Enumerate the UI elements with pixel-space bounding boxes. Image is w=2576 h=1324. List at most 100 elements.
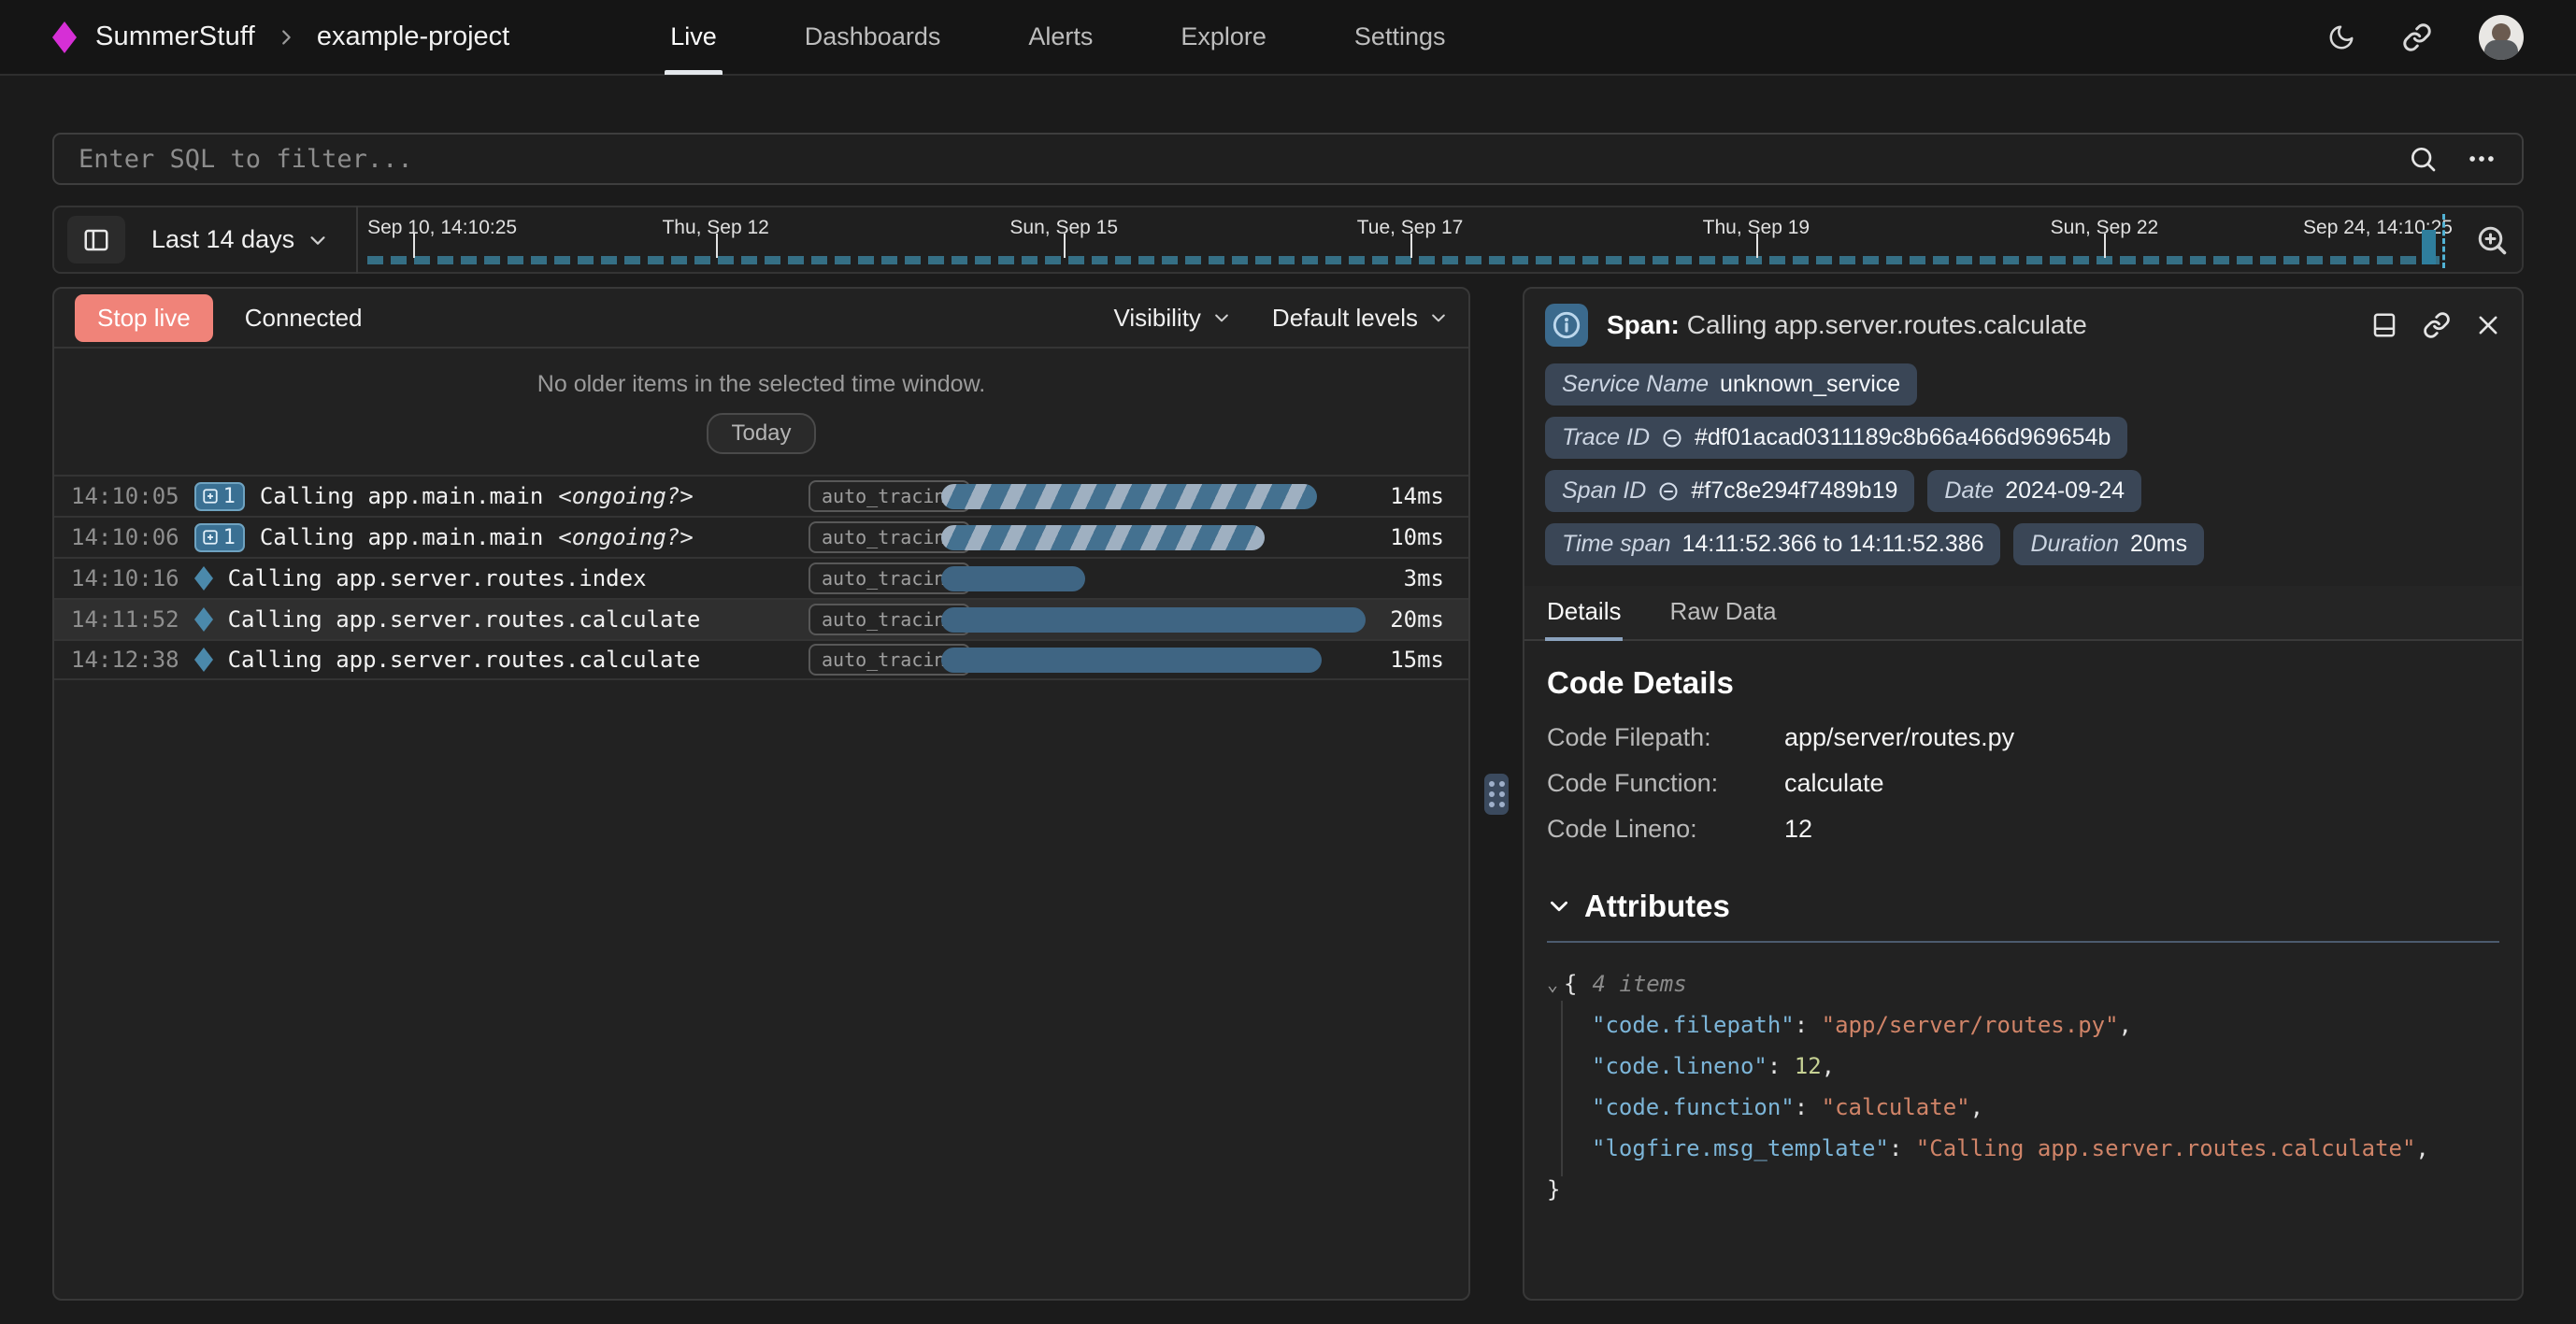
kv-value: app/server/routes.py — [1784, 723, 2499, 752]
top-bar: SummerStuff example-project Live Dashboa… — [0, 0, 2576, 76]
sql-filter-bar — [52, 133, 2524, 185]
timeline-tick — [716, 234, 718, 258]
kv-label: Code Filepath: — [1547, 723, 1784, 752]
info-badge — [1545, 304, 1588, 347]
link-icon — [1661, 427, 1683, 449]
json-key: "code.filepath" — [1592, 1012, 1795, 1038]
json-value: 12 — [1795, 1053, 1822, 1079]
span-title: Span:Calling app.server.routes.calculate — [1607, 310, 2087, 340]
panel-left-icon — [82, 226, 110, 254]
span-row[interactable]: 14:10:06 1 Calling app.main.main <ongoin… — [54, 516, 1468, 557]
row-timestamp: 14:11:52 — [71, 606, 179, 633]
span-rows: 14:10:05 1 Calling app.main.main <ongoin… — [54, 475, 1468, 1299]
duration-bar — [941, 566, 1085, 591]
badge-value: unknown_service — [1720, 371, 1900, 398]
project-name[interactable]: example-project — [317, 21, 509, 52]
span-badges: Service Name unknown_service Trace ID #d… — [1524, 354, 2522, 577]
attributes-section-toggle[interactable]: Attributes — [1547, 889, 2499, 924]
json-open-brace: { — [1564, 963, 1577, 1004]
attributes-json-viewer: ⌄ { 4 items "code.filepath": "app/server… — [1547, 963, 2499, 1210]
code-details-list: Code Filepath: app/server/routes.py Code… — [1547, 723, 2499, 844]
json-close-brace: } — [1547, 1169, 2499, 1210]
row-duration: 14ms — [1379, 483, 1468, 509]
kv-value: 12 — [1784, 815, 2499, 844]
org-name[interactable]: SummerStuff — [95, 21, 255, 52]
badge-span-id[interactable]: Span ID #f7c8e294f7489b19 — [1545, 470, 1914, 512]
timeline-cursor — [2442, 214, 2445, 268]
live-panel-header: Stop live Connected Visibility Default l… — [54, 289, 1468, 349]
chevron-right-icon — [276, 27, 296, 48]
span-diamond-icon — [194, 607, 213, 632]
tab-details[interactable]: Details — [1545, 586, 1623, 639]
default-levels-label: Default levels — [1272, 304, 1418, 333]
json-key: "code.lineno" — [1592, 1053, 1767, 1079]
timeline-bar: Last 14 days Sep 10, 14:10:25 Thu, Sep 1… — [52, 206, 2524, 274]
span-row[interactable]: 14:10:16 Calling app.server.routes.index… — [54, 557, 1468, 598]
badge-date: Date 2024-09-24 — [1927, 470, 2141, 512]
timeline-tick — [1410, 234, 1412, 258]
badge-value: #f7c8e294f7489b19 — [1691, 477, 1897, 505]
timeline-track[interactable]: Sep 10, 14:10:25 Thu, Sep 12 Sun, Sep 15… — [367, 206, 2453, 274]
json-entry: "code.function": "calculate", — [1547, 1087, 2499, 1128]
row-timestamp: 14:12:38 — [71, 647, 179, 673]
dark-mode-toggle[interactable] — [2327, 23, 2355, 51]
tab-alerts[interactable]: Alerts — [1028, 0, 1093, 75]
sidebar-toggle-button[interactable] — [67, 216, 125, 263]
duration-bar-area — [941, 518, 1379, 557]
row-message: Calling app.main.main — [260, 483, 543, 509]
logo-diamond-icon[interactable] — [52, 21, 77, 53]
moon-icon — [2327, 23, 2355, 51]
badge-value: 14:11:52.366 to 14:11:52.386 — [1682, 531, 1984, 558]
duration-bar — [941, 484, 1317, 509]
timeline-zoom-button[interactable] — [2475, 223, 2509, 257]
tab-settings[interactable]: Settings — [1354, 0, 1446, 75]
sql-filter-input[interactable] — [79, 145, 2408, 174]
user-avatar[interactable] — [2479, 15, 2524, 60]
badge-value: 2024-09-24 — [2005, 477, 2125, 505]
visibility-dropdown[interactable]: Visibility — [1113, 304, 1230, 333]
duration-bar-area — [941, 559, 1379, 598]
tab-live[interactable]: Live — [670, 0, 717, 75]
timeline-tick-label: Sep 10, 14:10:25 — [367, 217, 517, 239]
json-collapse-toggle[interactable]: ⌄ — [1547, 963, 1558, 1004]
dock-panel-icon[interactable] — [2370, 311, 2398, 339]
time-range-dropdown[interactable]: Last 14 days — [151, 225, 328, 254]
plus-square-icon — [202, 529, 219, 546]
link-icon[interactable] — [2423, 311, 2451, 339]
span-row[interactable]: 14:12:38 Calling app.server.routes.calcu… — [54, 639, 1468, 680]
close-icon[interactable] — [2475, 312, 2501, 338]
badge-duration: Duration 20ms — [2013, 523, 2204, 565]
resize-grip[interactable] — [1484, 774, 1509, 815]
tab-raw-data[interactable]: Raw Data — [1667, 586, 1778, 639]
badge-trace-id[interactable]: Trace ID #df01acad0311189c8b66a466d96965… — [1545, 417, 2127, 459]
expand-children-button[interactable]: 1 — [194, 482, 245, 511]
today-button[interactable]: Today — [707, 413, 815, 454]
badge-label: Span ID — [1562, 477, 1646, 505]
span-detail-panel: Span:Calling app.server.routes.calculate… — [1523, 287, 2524, 1301]
duration-bar-area — [941, 600, 1379, 639]
row-timestamp: 14:10:16 — [71, 565, 179, 591]
timeline-activity-spike — [2422, 230, 2436, 264]
json-key: "code.function" — [1592, 1094, 1795, 1120]
duration-bar-area — [941, 641, 1379, 678]
span-diamond-icon — [194, 648, 213, 672]
badge-time-span: Time span 14:11:52.366 to 14:11:52.386 — [1545, 523, 2000, 565]
tab-explore[interactable]: Explore — [1181, 0, 1267, 75]
timeline-tick — [1064, 234, 1066, 258]
search-icon[interactable] — [2408, 144, 2438, 174]
stop-live-button[interactable]: Stop live — [75, 294, 213, 342]
live-list-panel: Stop live Connected Visibility Default l… — [52, 287, 1470, 1301]
row-ongoing-flag: <ongoing?> — [558, 483, 694, 509]
more-options-icon[interactable] — [2466, 143, 2497, 175]
json-indent-guide — [1561, 1001, 1563, 1176]
span-row[interactable]: 14:10:05 1 Calling app.main.main <ongoin… — [54, 475, 1468, 516]
default-levels-dropdown[interactable]: Default levels — [1272, 304, 1448, 333]
row-message: Calling app.server.routes.index — [228, 565, 647, 591]
breadcrumb: SummerStuff example-project — [52, 21, 509, 53]
attributes-heading: Attributes — [1584, 889, 1730, 924]
span-diamond-icon — [194, 566, 213, 591]
tab-dashboards[interactable]: Dashboards — [805, 0, 941, 75]
span-row-selected[interactable]: 14:11:52 Calling app.server.routes.calcu… — [54, 598, 1468, 639]
share-link-button[interactable] — [2402, 22, 2432, 52]
expand-children-button[interactable]: 1 — [194, 523, 245, 552]
